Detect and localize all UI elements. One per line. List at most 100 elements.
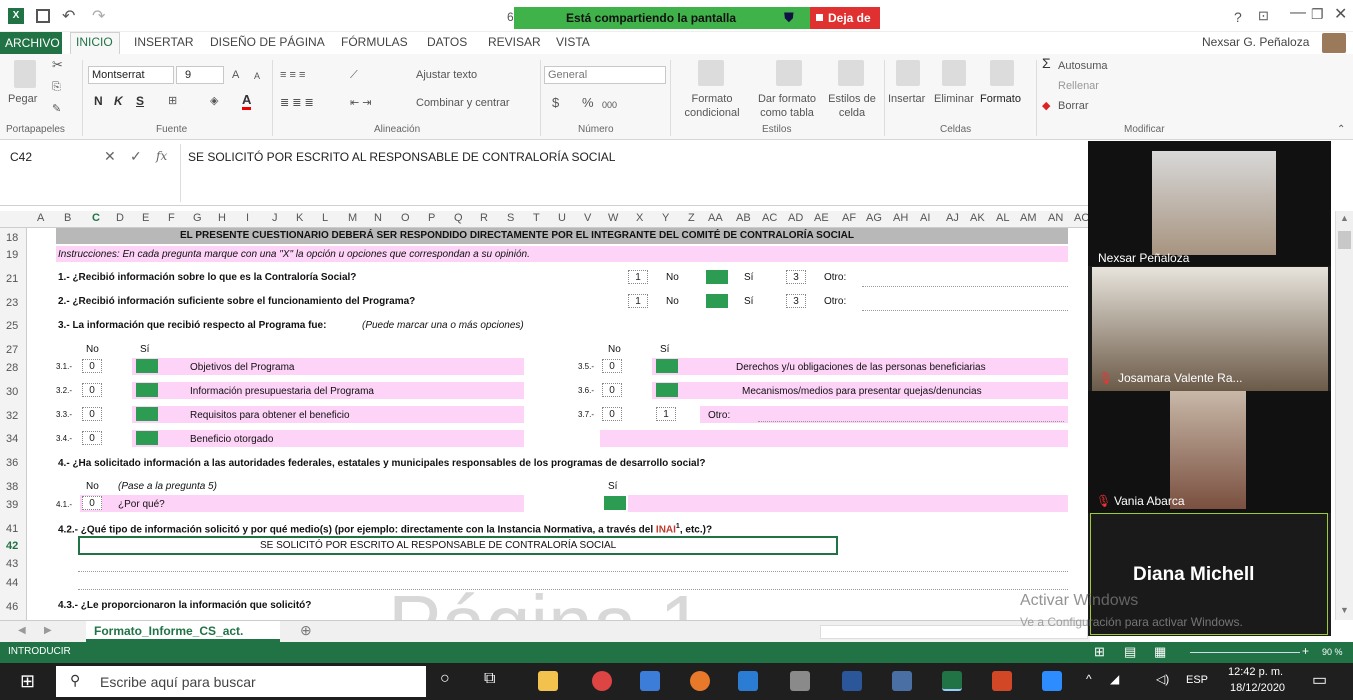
row-header[interactable]: 34 (6, 433, 18, 445)
tab-insertar[interactable]: INSERTAR (134, 35, 194, 49)
col-header[interactable]: AL (996, 212, 1009, 224)
row-header[interactable]: 41 (6, 523, 18, 535)
col-header[interactable]: J (272, 212, 278, 224)
col-header[interactable]: A (37, 212, 44, 224)
row-header[interactable]: 30 (6, 386, 18, 398)
col-header[interactable]: AJ (946, 212, 959, 224)
scroll-down-icon[interactable]: ▼ (1340, 605, 1349, 615)
row-header[interactable]: 39 (6, 499, 18, 511)
taskbar-search-box[interactable]: ⚲ Escribe aquí para buscar (56, 666, 426, 697)
col-header[interactable]: AG (866, 212, 882, 224)
q3-5-si-checked[interactable] (656, 359, 678, 373)
zoom-level[interactable]: 90 % (1322, 647, 1343, 657)
insert-cells-button[interactable]: Insertar (888, 92, 925, 106)
col-header[interactable]: AE (814, 212, 829, 224)
page-layout-icon[interactable]: ▤ (1124, 644, 1136, 660)
cortana-icon[interactable]: ○ (440, 670, 450, 688)
col-header[interactable]: I (246, 212, 249, 224)
wrap-text-button[interactable]: Ajustar texto (416, 68, 477, 82)
copy-icon[interactable]: ⎘ (52, 80, 61, 94)
col-header[interactable]: AF (842, 212, 856, 224)
undo-icon[interactable]: ↶ (62, 6, 75, 26)
vertical-scrollbar[interactable]: ▲ ▼ (1335, 211, 1353, 620)
row-header[interactable]: 42 (6, 540, 18, 552)
row-header[interactable]: 46 (6, 601, 18, 613)
volume-icon[interactable]: ◁) (1156, 672, 1169, 686)
file-explorer-icon[interactable] (538, 671, 558, 691)
task-view-icon[interactable]: ⧉ (484, 670, 495, 688)
q3-7-no-box[interactable]: 0 (602, 407, 622, 421)
normal-view-icon[interactable]: ⊞ (1094, 644, 1105, 660)
minimize-icon[interactable]: — (1290, 4, 1306, 22)
clock-time[interactable]: 12:42 p. m. (1228, 666, 1283, 678)
tab-archivo[interactable]: ARCHIVO (0, 32, 62, 54)
participant-tile[interactable]: Nexsar Peñaloza (1088, 141, 1331, 266)
align-left-icon[interactable]: ≣ ≣ ≣ (280, 96, 314, 110)
format-table-button[interactable]: Dar formato como tabla (752, 92, 822, 120)
col-header[interactable]: M (348, 212, 357, 224)
bold-button[interactable]: N (94, 94, 103, 108)
format-painter-icon[interactable]: ✎ (52, 102, 61, 116)
conditional-format-button[interactable]: Formato condicional (674, 92, 750, 120)
col-header[interactable]: R (480, 212, 488, 224)
zoom-slider[interactable] (1190, 652, 1300, 653)
delete-cells-icon[interactable] (942, 60, 966, 86)
col-header[interactable]: AI (920, 212, 930, 224)
row-header[interactable]: 25 (6, 320, 18, 332)
q1-si-checked[interactable] (706, 270, 728, 284)
tab-vista[interactable]: VISTA (556, 35, 590, 49)
col-header[interactable]: Q (454, 212, 463, 224)
q3-6-no-box[interactable]: 0 (602, 383, 622, 397)
q3-4-si-checked[interactable] (136, 431, 158, 445)
save-icon[interactable] (36, 9, 50, 23)
q3-3-no-box[interactable]: 0 (82, 407, 102, 421)
excel-icon[interactable]: X (8, 8, 24, 24)
autosum-icon[interactable]: Σ (1042, 56, 1051, 70)
col-header[interactable]: Y (662, 212, 669, 224)
answer-line-2[interactable] (78, 589, 1068, 590)
row-header[interactable]: 27 (6, 344, 18, 356)
next-sheet-icon[interactable]: ▶ (44, 625, 52, 636)
col-header[interactable]: N (374, 212, 382, 224)
col-header[interactable]: P (428, 212, 435, 224)
stop-share-button[interactable]: Deja de (810, 7, 880, 29)
help-icon[interactable]: ? (1234, 9, 1242, 25)
cell-styles-button[interactable]: Estilos de celda (824, 92, 880, 120)
zoom-plus-icon[interactable]: + (1302, 644, 1309, 658)
row-header[interactable]: 21 (6, 273, 18, 285)
calculator-icon[interactable] (892, 671, 912, 691)
q3-6-si-checked[interactable] (656, 383, 678, 397)
q1-no-box[interactable]: 1 (628, 270, 648, 284)
col-header[interactable]: X (636, 212, 643, 224)
font-size-select[interactable]: 9 (176, 66, 224, 84)
powerpoint-icon[interactable] (992, 671, 1012, 691)
align-top-icon[interactable]: ≡ ≡ ≡ (280, 68, 305, 82)
q2-other-line[interactable] (862, 310, 1068, 311)
row-header[interactable]: 19 (6, 249, 18, 261)
underline-button[interactable]: S (136, 94, 144, 108)
row-header[interactable]: 18 (6, 232, 18, 244)
paste-icon[interactable] (14, 60, 36, 88)
participant-tile[interactable]: 🎙 Vania Abarca (1088, 391, 1331, 513)
word-icon[interactable] (842, 671, 862, 691)
collapse-ribbon-icon[interactable]: ⌃ (1337, 124, 1345, 135)
col-header[interactable]: E (142, 212, 149, 224)
row-header[interactable]: 43 (6, 558, 18, 570)
clear-button[interactable]: Borrar (1058, 99, 1089, 113)
prev-sheet-icon[interactable]: ◀ (18, 625, 26, 636)
zoom-icon[interactable] (1042, 671, 1062, 691)
restore-icon[interactable]: ❐ (1311, 6, 1324, 23)
q3-other-line[interactable] (758, 421, 1064, 422)
firefox-icon[interactable] (690, 671, 710, 691)
font-name-select[interactable]: Montserrat (88, 66, 174, 84)
thousands-button[interactable]: 000 (602, 98, 617, 112)
orientation-icon[interactable]: ⟋ (350, 68, 358, 82)
excel-taskbar-icon[interactable] (942, 671, 962, 691)
fx-label[interactable]: fx (156, 149, 167, 163)
borders-icon[interactable]: ⊞ (168, 94, 177, 108)
cell-styles-icon[interactable] (838, 60, 864, 86)
conditional-format-icon[interactable] (698, 60, 724, 86)
col-header[interactable]: AM (1020, 212, 1037, 224)
tray-chevron-icon[interactable]: ^ (1086, 672, 1092, 686)
col-header[interactable]: H (218, 212, 226, 224)
